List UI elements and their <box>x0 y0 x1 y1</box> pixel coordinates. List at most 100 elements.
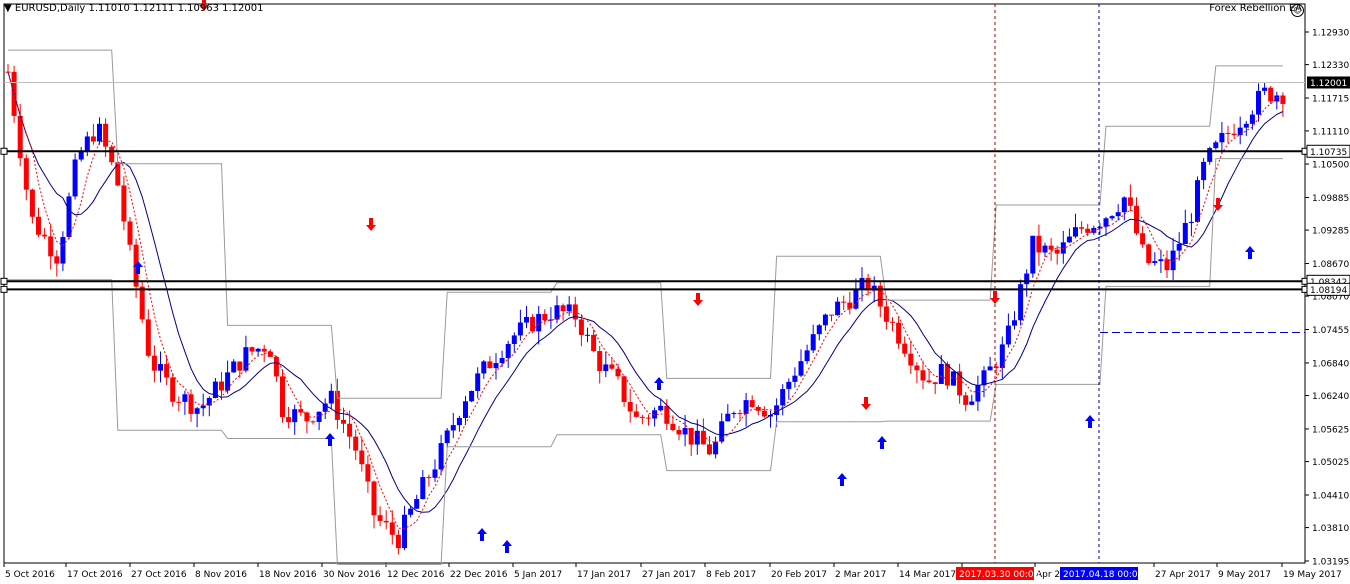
buy-signal-arrow-icon <box>1085 415 1095 428</box>
time-axis-label: 5 Jan 2017 <box>514 570 562 580</box>
bull-candle <box>517 322 523 336</box>
bull-candle <box>780 389 786 406</box>
bull-candle <box>1201 161 1207 181</box>
level-price-label: 1.10735 <box>1310 148 1347 158</box>
price-axis-label: 1.12930 <box>1312 29 1349 39</box>
time-axis-label: 12 Dec 2016 <box>387 570 445 580</box>
bear-candle <box>633 411 639 417</box>
bear-candle <box>188 394 194 414</box>
bull-candle <box>1066 236 1072 243</box>
bull-candle <box>66 196 72 237</box>
bull-candle <box>798 361 804 376</box>
buy-signal-arrow-icon <box>477 528 487 541</box>
bear-candle <box>54 256 60 264</box>
bear-candle <box>383 520 389 523</box>
bull-candle <box>493 363 499 369</box>
bear-candle <box>249 347 255 352</box>
bull-candle <box>292 409 298 423</box>
bear-candle <box>48 236 54 257</box>
bull-candle <box>475 373 481 391</box>
time-axis-label: 17 Oct 2016 <box>67 570 123 580</box>
bull-candle <box>1207 148 1213 162</box>
bear-candle <box>1225 132 1231 134</box>
time-axis-label: 22 Dec 2016 <box>450 570 508 580</box>
bull-candle <box>1182 222 1188 245</box>
bear-candle <box>103 123 109 147</box>
bull-candle <box>78 151 84 160</box>
bear-candle <box>993 366 999 369</box>
bear-candle <box>591 334 597 352</box>
symbol-info: ▼ EURUSD,Daily 1.11010 1.12111 1.10963 1… <box>4 3 263 14</box>
bull-candle <box>444 430 450 444</box>
bull-candle <box>432 469 438 478</box>
bull-candle <box>200 405 206 409</box>
bull-candle <box>725 413 731 422</box>
price-axis-label: 1.05625 <box>1312 425 1349 435</box>
bear-candle <box>1127 197 1133 206</box>
smiley-icon[interactable]: ☺ <box>1291 4 1304 17</box>
bull-candle <box>786 381 792 390</box>
bear-candle <box>23 158 29 190</box>
bull-candle <box>158 364 163 371</box>
bull-candle <box>1012 320 1017 326</box>
buy-signal-arrow-icon <box>325 433 335 446</box>
ohlc-values: 1.11010 1.12111 1.10963 1.12001 <box>88 3 264 14</box>
bear-candle <box>170 377 176 402</box>
bear-candle <box>109 146 115 163</box>
bear-candle <box>164 364 170 378</box>
collapse-arrow-icon[interactable]: ▼ <box>4 3 12 14</box>
buy-signal-arrow-icon <box>502 540 512 553</box>
time-axis-label: 30 Nov 2016 <box>323 570 381 580</box>
bear-candle <box>749 400 755 407</box>
bear-candle <box>1036 235 1042 253</box>
bear-candle <box>29 189 35 217</box>
bear-candle <box>395 534 401 549</box>
bull-candle <box>414 499 420 509</box>
bull-candle <box>316 411 322 422</box>
bull-candle <box>402 514 407 549</box>
bear-candle <box>1079 227 1085 229</box>
bull-candle <box>1262 87 1268 91</box>
bear-candle <box>908 353 914 366</box>
price-axis-label: 1.09885 <box>1312 194 1349 204</box>
bull-candle <box>463 401 468 418</box>
bull-candle <box>328 390 334 404</box>
bull-candle <box>658 405 664 411</box>
bull-candle <box>231 361 237 373</box>
bear-candle <box>578 319 584 335</box>
bull-candle <box>1103 218 1109 227</box>
sell-signal-arrow-icon <box>1213 198 1223 211</box>
time-axis-label: 17 Jan 2017 <box>577 570 631 580</box>
bear-candle <box>121 185 127 222</box>
bull-candle <box>255 348 261 352</box>
lower-channel-line <box>8 158 1283 565</box>
bear-candle <box>847 302 853 309</box>
bull-candle <box>1158 259 1164 262</box>
price-axis-label: 1.12330 <box>1312 61 1349 71</box>
bear-candle <box>341 419 346 424</box>
price-chart[interactable]: 1.12930 1.12330 1.11715 1.11110 1.10500 1.098… <box>0 0 1350 584</box>
chart-window[interactable]: 1.12930 1.12330 1.11715 1.11110 1.10500 1.098… <box>0 0 1350 584</box>
bear-candle <box>353 436 359 451</box>
bear-candle <box>932 382 938 384</box>
bear-candle <box>151 355 157 371</box>
bull-candle <box>1073 227 1078 237</box>
bull-candle <box>987 366 993 371</box>
bull-candle <box>981 370 987 386</box>
bull-candle <box>1274 95 1280 102</box>
bull-candle <box>713 441 719 455</box>
bull-candle <box>194 408 200 414</box>
bull-candle <box>469 390 475 402</box>
bear-candle <box>286 417 292 423</box>
bull-candle <box>438 443 444 470</box>
bull-candle <box>1256 90 1261 115</box>
sell-signal-arrow-icon <box>990 291 1000 304</box>
bear-candle <box>597 351 603 372</box>
bull-candle <box>1042 245 1048 253</box>
sell-signal-arrow-icon <box>861 397 871 410</box>
bull-candle <box>975 385 981 402</box>
bear-candle <box>426 477 432 479</box>
time-axis-label: 5 Oct 2016 <box>5 570 55 580</box>
bull-candle <box>603 364 609 372</box>
bull-candle <box>1243 123 1249 128</box>
